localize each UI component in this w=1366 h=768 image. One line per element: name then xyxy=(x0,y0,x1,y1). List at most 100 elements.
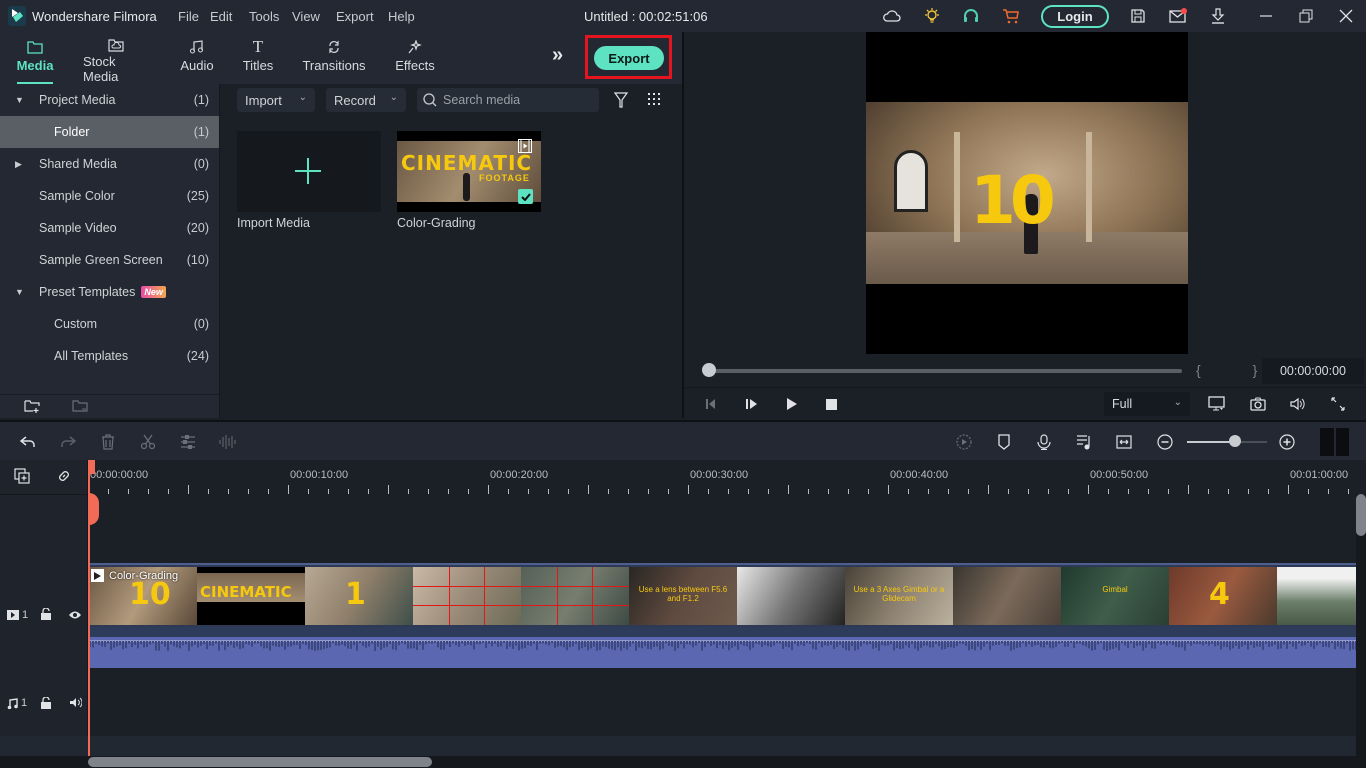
menu-view[interactable]: View xyxy=(292,9,320,24)
preview-quality-dropdown[interactable]: Full ⌄ xyxy=(1104,392,1190,416)
sidebar-item-all-templates[interactable]: All Templates (24) xyxy=(0,340,219,372)
sidebar-item-shared-media[interactable]: ▶ Shared Media (0) xyxy=(0,148,219,180)
vertical-scroll-thumb[interactable] xyxy=(1356,494,1366,536)
sidebar-footer xyxy=(0,394,219,418)
lock-icon[interactable] xyxy=(40,696,52,712)
snapshot-camera-icon[interactable] xyxy=(1248,394,1268,414)
new-folder-icon[interactable] xyxy=(24,399,40,416)
stop-icon[interactable] xyxy=(821,394,841,414)
sidebar-item-custom[interactable]: Custom (0) xyxy=(0,308,219,340)
timeline-ruler[interactable]: 00:00:00:00 00:00:10:00 00:00:20:00 00:00:3… xyxy=(88,460,1356,494)
playhead-marker[interactable] xyxy=(88,460,95,474)
sidebar-item-preset-templates[interactable]: ▼ Preset Templates New xyxy=(0,276,219,308)
vertical-scrollbar[interactable] xyxy=(1356,494,1366,756)
volume-icon[interactable] xyxy=(1288,394,1308,414)
add-track-icon[interactable] xyxy=(14,468,30,487)
menu-help[interactable]: Help xyxy=(388,9,415,24)
fullscreen-icon[interactable] xyxy=(1328,394,1348,414)
support-headset-icon[interactable] xyxy=(961,6,981,26)
zoom-slider-knob[interactable] xyxy=(1229,435,1241,447)
record-dropdown[interactable]: Record ⌄ xyxy=(326,88,406,112)
redo-icon[interactable] xyxy=(58,432,78,452)
audio-track-number: 1 xyxy=(21,697,28,709)
play-icon[interactable] xyxy=(782,394,802,414)
eye-icon[interactable] xyxy=(68,609,82,623)
cloud-icon[interactable] xyxy=(882,6,902,26)
audio-clip-track[interactable] xyxy=(89,627,1356,668)
menu-edit[interactable]: Edit xyxy=(210,9,232,24)
delete-icon[interactable] xyxy=(98,432,118,452)
lock-icon[interactable] xyxy=(40,607,52,623)
thumbnail-text: Gimbal xyxy=(1102,585,1128,594)
horizontal-scroll-thumb[interactable] xyxy=(88,757,432,767)
mail-icon[interactable] xyxy=(1168,6,1188,26)
minimize-icon[interactable] xyxy=(1256,6,1276,26)
audio-waveform-icon[interactable] xyxy=(218,432,238,452)
sidebar-item-folder[interactable]: Folder (1) xyxy=(0,116,219,148)
marker-icon[interactable] xyxy=(994,432,1014,452)
preview-progress-bar[interactable] xyxy=(704,369,1182,373)
download-icon[interactable] xyxy=(1208,6,1228,26)
cart-icon[interactable] xyxy=(1001,6,1021,26)
import-dropdown[interactable]: Import ⌄ xyxy=(237,88,315,112)
next-frame-icon[interactable] xyxy=(742,394,762,414)
adjust-settings-icon[interactable] xyxy=(178,432,198,452)
preview-progress-knob[interactable] xyxy=(702,363,716,377)
video-track-icon xyxy=(7,610,19,620)
undo-icon[interactable] xyxy=(18,432,38,452)
tab-stock-media[interactable]: Stock Media xyxy=(83,36,149,84)
menu-file[interactable]: File xyxy=(178,9,199,24)
export-button[interactable]: Export xyxy=(594,46,664,70)
speaker-icon[interactable] xyxy=(69,697,83,711)
tab-transitions[interactable]: Transitions xyxy=(302,36,366,84)
tab-media[interactable]: Media xyxy=(17,36,53,85)
playhead-handle[interactable] xyxy=(88,493,99,525)
ruler-tick xyxy=(508,489,509,494)
restore-icon[interactable] xyxy=(1296,6,1316,26)
ruler-tick xyxy=(1168,489,1169,494)
fit-timeline-icon[interactable] xyxy=(1114,432,1134,452)
more-tabs-chevron-icon[interactable]: » xyxy=(552,44,563,67)
delete-folder-icon[interactable] xyxy=(72,399,88,416)
project-title: Untitled : 00:02:51:06 xyxy=(584,9,708,24)
ruler-tick xyxy=(1328,489,1329,494)
display-settings-icon[interactable] xyxy=(1207,394,1227,414)
search-input[interactable]: Search media xyxy=(417,88,599,112)
timeline-zoom-slider[interactable] xyxy=(1187,441,1267,443)
close-icon[interactable] xyxy=(1336,6,1356,26)
zoom-in-icon[interactable] xyxy=(1277,432,1297,452)
audio-mixer-icon[interactable] xyxy=(1074,432,1094,452)
media-item-color-grading[interactable]: CINEMATIC FOOTAGE xyxy=(397,131,541,212)
grid-view-icon[interactable] xyxy=(648,93,662,110)
horizontal-scrollbar[interactable] xyxy=(0,756,1366,768)
sidebar-item-sample-color[interactable]: Sample Color (25) xyxy=(0,180,219,212)
render-preview-icon[interactable] xyxy=(954,432,974,452)
video-clip[interactable]: 10 CINEMATIC 1 Use a lens between F5.6 and … xyxy=(89,567,1366,625)
menu-export[interactable]: Export xyxy=(336,9,374,24)
sidebar-item-project-media[interactable]: ▼ Project Media (1) xyxy=(0,84,219,116)
new-badge: New xyxy=(141,286,166,298)
tab-titles[interactable]: T Titles xyxy=(243,36,274,84)
thumb-subtitle-text: FOOTAGE xyxy=(479,173,530,183)
tab-audio[interactable]: Audio xyxy=(180,36,214,84)
microphone-icon[interactable] xyxy=(1034,432,1054,452)
ruler-tick xyxy=(308,489,309,494)
tab-effects[interactable]: Effects xyxy=(395,36,435,84)
ruler-tick xyxy=(928,489,929,494)
chevron-down-icon: ⌄ xyxy=(298,92,307,103)
layout-toggle-icon[interactable] xyxy=(1320,428,1349,456)
previous-frame-icon[interactable] xyxy=(702,394,722,414)
link-icon[interactable] xyxy=(56,468,72,487)
login-button[interactable]: Login xyxy=(1041,5,1109,28)
sidebar-item-sample-video[interactable]: Sample Video (20) xyxy=(0,212,219,244)
search-placeholder: Search media xyxy=(443,93,521,107)
idea-bulb-icon[interactable] xyxy=(922,6,942,26)
filter-icon[interactable] xyxy=(613,92,629,111)
sidebar-item-sample-green-screen[interactable]: Sample Green Screen (10) xyxy=(0,244,219,276)
menu-tools[interactable]: Tools xyxy=(249,9,279,24)
split-scissors-icon[interactable] xyxy=(138,432,158,452)
ruler-tick xyxy=(388,485,389,494)
import-media-card[interactable] xyxy=(237,131,381,212)
save-icon[interactable] xyxy=(1128,6,1148,26)
zoom-out-icon[interactable] xyxy=(1155,432,1175,452)
